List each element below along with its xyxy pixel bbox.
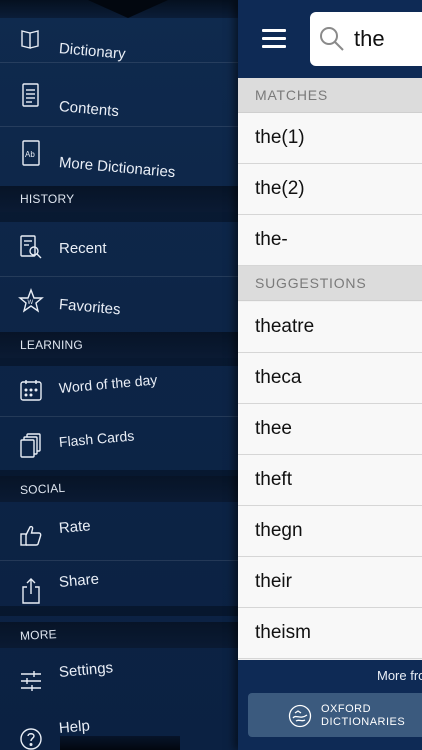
menu-item-label: Recent [59, 240, 107, 257]
search-input[interactable] [354, 21, 422, 57]
book-icon [18, 24, 44, 54]
list-item[interactable]: thee [238, 404, 422, 455]
list-item[interactable]: the(2) [238, 164, 422, 215]
menu-item-flash-cards[interactable]: Flash Cards [0, 418, 238, 472]
list-item[interactable]: theatre [238, 302, 422, 353]
menu-item-favorites[interactable]: W Favorites [0, 278, 238, 330]
menu-item-label: Share [58, 570, 100, 591]
menu-item-dictionary[interactable]: Dictionary [0, 18, 238, 63]
menu-item-label: Flash Cards [58, 427, 135, 450]
ab-book-icon: Ab [18, 138, 44, 168]
star-icon: W [18, 286, 44, 316]
menu-item-label: Word of the day [58, 371, 158, 396]
search-field[interactable] [310, 12, 422, 66]
section-learning: LEARNING [0, 332, 238, 358]
menu-item-label: Help [58, 717, 91, 737]
document-icon [18, 80, 44, 110]
menu-item-label: Favorites [58, 296, 122, 319]
matches-title: MATCHES [255, 87, 329, 103]
top-bar [238, 0, 422, 78]
footer: More from OXFORD DICTIONARIES [238, 660, 422, 750]
main-panel: MATCHES the(1) the(2) the- SUGGESTIONS t… [238, 0, 422, 750]
section-title: HISTORY [20, 192, 75, 206]
search-icon [318, 25, 346, 53]
menu-item-share[interactable]: Share [0, 562, 238, 612]
list-item[interactable]: the(1) [238, 113, 422, 164]
suggestions-title: SUGGESTIONS [255, 275, 367, 291]
cards-icon [18, 430, 44, 460]
svg-text:Ab: Ab [25, 150, 35, 159]
menu-item-more-dictionaries[interactable]: Ab More Dictionaries [0, 130, 238, 182]
hamburger-menu-icon[interactable] [262, 29, 286, 49]
suggestions-header: SUGGESTIONS [238, 266, 422, 301]
section-title: SOCIAL [19, 480, 66, 498]
menu-item-label: Dictionary [58, 40, 127, 63]
section-title: MORE [19, 627, 58, 643]
list-item[interactable]: thegn [238, 506, 422, 557]
menu-item-label: Rate [58, 517, 92, 537]
list-item[interactable]: the- [238, 215, 422, 266]
matches-header: MATCHES [238, 78, 422, 113]
list-item[interactable]: their [238, 557, 422, 608]
section-more: MORE [0, 622, 238, 648]
thumbs-up-icon [18, 520, 44, 550]
share-icon [18, 576, 44, 606]
menu-item-settings[interactable]: Settings [0, 650, 238, 704]
oxford-dictionaries-button[interactable]: OXFORD DICTIONARIES [248, 693, 422, 737]
help-icon [18, 724, 44, 750]
list-item[interactable]: theism [238, 608, 422, 659]
menu-item-rate[interactable]: Rate [0, 506, 238, 558]
section-history: HISTORY [0, 186, 238, 212]
menu-item-recent[interactable]: Recent [0, 220, 238, 276]
menu-item-word-of-the-day[interactable]: Word of the day [0, 364, 238, 416]
list-item[interactable]: theca [238, 353, 422, 404]
side-menu: Dictionary Contents Ab More Dictionaries… [0, 0, 238, 750]
oxford-logo-icon [288, 704, 312, 728]
menu-fold-decoration [0, 0, 238, 18]
sliders-icon [18, 666, 44, 696]
recent-search-icon [18, 232, 44, 262]
calendar-icon [18, 375, 44, 405]
section-title: LEARNING [20, 338, 83, 352]
menu-item-label: Contents [58, 98, 120, 121]
menu-item-label: More Dictionaries [58, 154, 177, 182]
section-social: SOCIAL [0, 476, 238, 502]
list-item[interactable]: theft [238, 455, 422, 506]
menu-item-contents[interactable]: Contents [0, 70, 238, 126]
svg-text:W: W [28, 300, 34, 306]
oxford-brand-text: OXFORD DICTIONARIES [321, 703, 406, 728]
menu-item-label: Settings [58, 659, 114, 681]
